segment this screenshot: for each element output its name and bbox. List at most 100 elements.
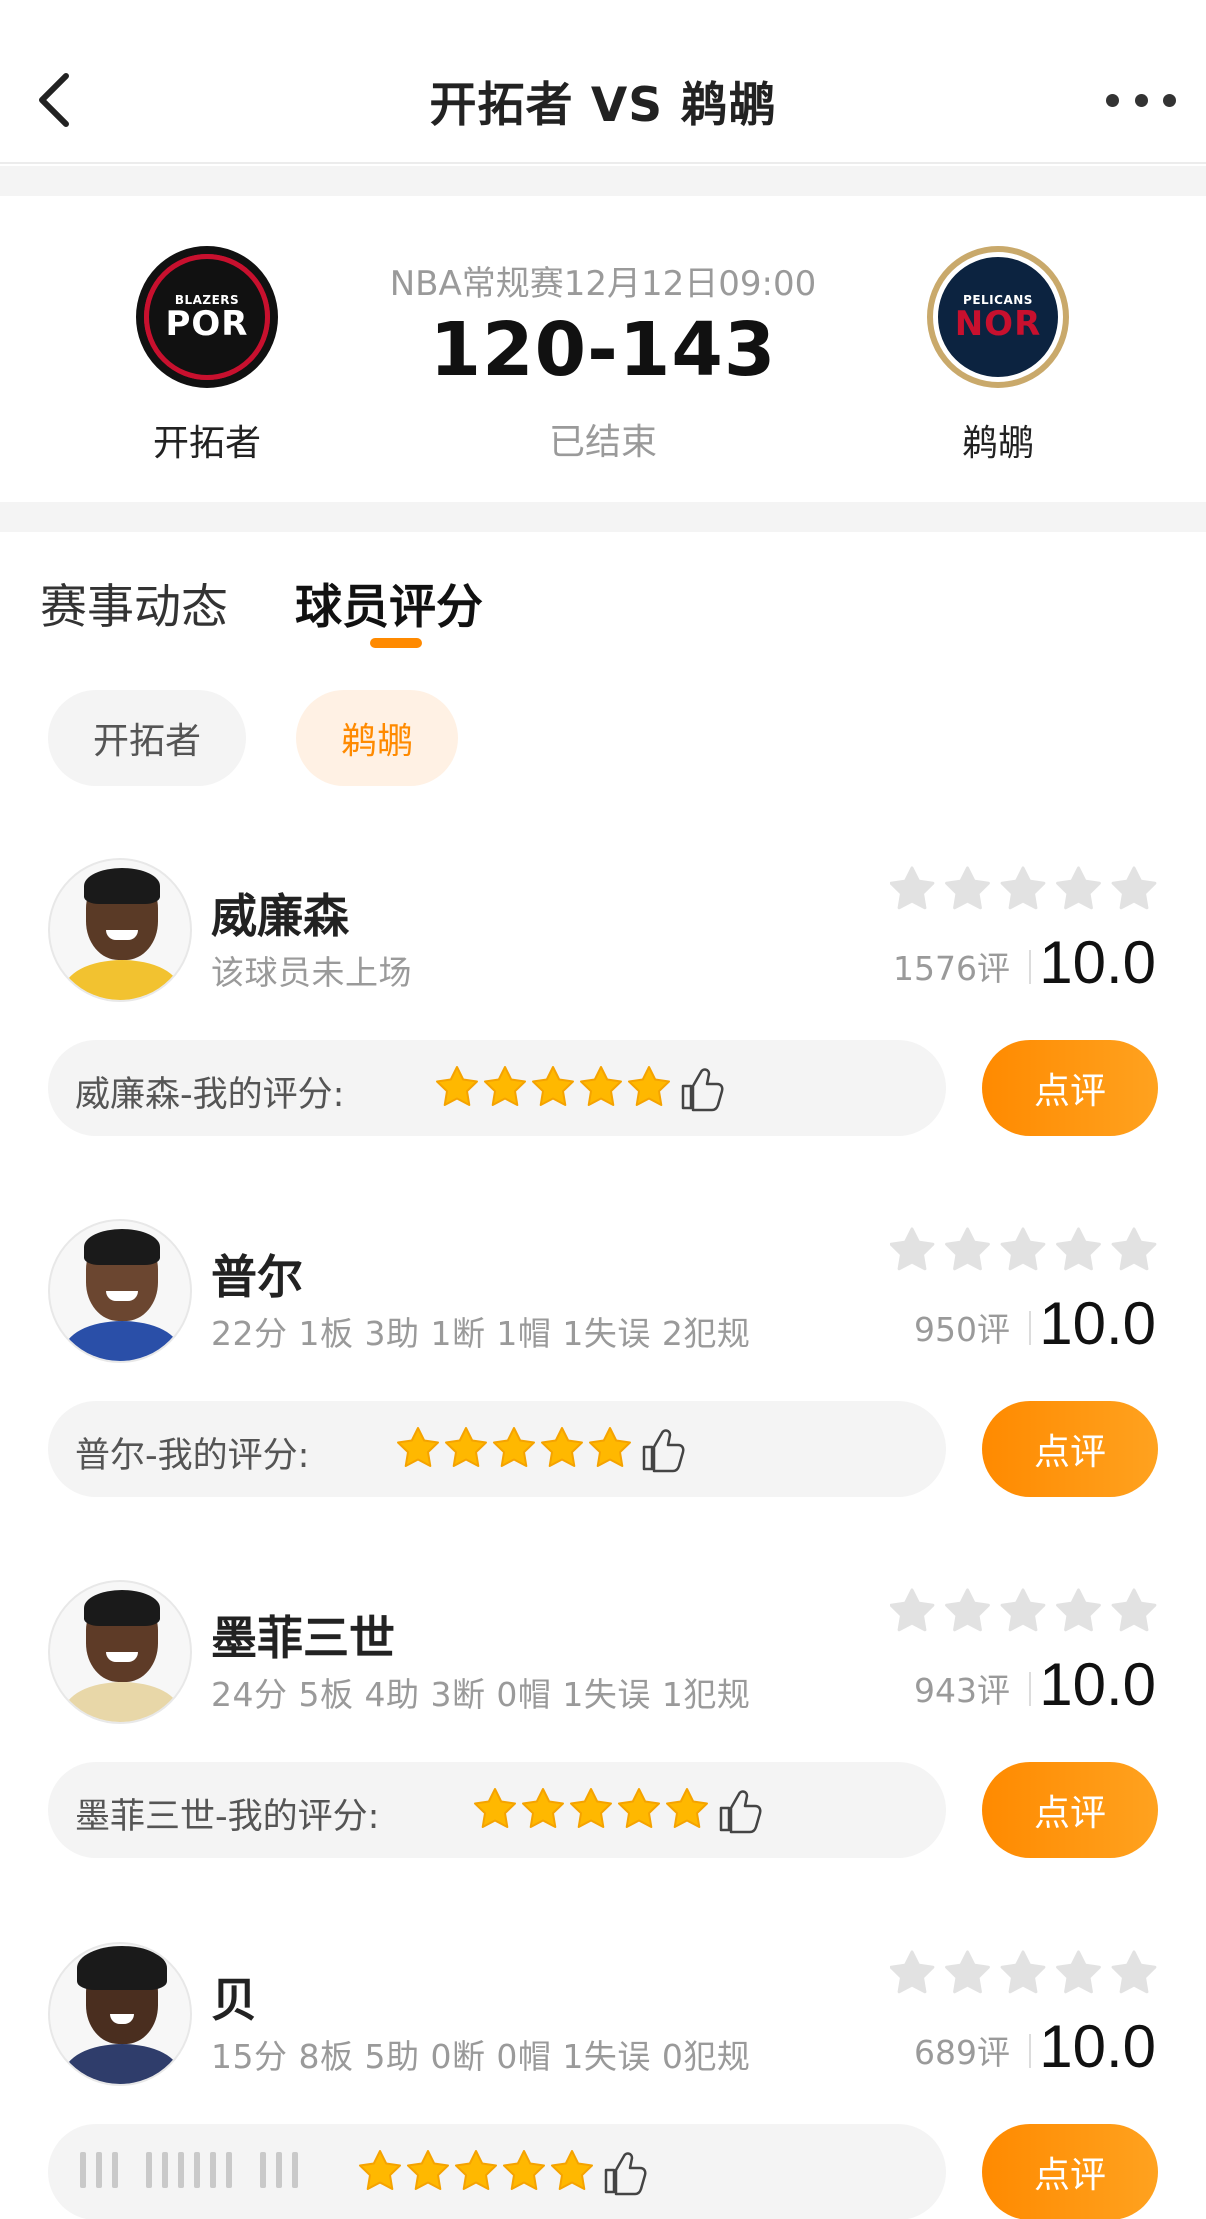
star-icon[interactable]	[532, 1066, 574, 1106]
player-avatar	[48, 1942, 192, 2086]
section-divider	[0, 166, 1206, 196]
rating-score: 10.0	[1039, 929, 1156, 996]
match-score-header: BLAZERS POR 开拓者 NBA常规赛12月12日09:00 120-14…	[0, 196, 1206, 502]
my-rating-stars[interactable]	[473, 1782, 763, 1838]
my-rating-bar: 普尔-我的评分:	[48, 1401, 946, 1497]
player-name: 贝	[211, 1973, 257, 2027]
player-name: 威廉森	[211, 889, 349, 943]
home-team[interactable]: BLAZERS POR 开拓者	[107, 246, 307, 466]
rating-count: 689评	[914, 2033, 1010, 2072]
star-icon[interactable]	[628, 1066, 670, 1106]
review-button[interactable]: 点评	[982, 1040, 1158, 1136]
thumbs-up-icon[interactable]	[719, 1790, 762, 1834]
star-icon[interactable]	[397, 1427, 439, 1467]
home-team-name: 开拓者	[152, 423, 261, 464]
match-meta: NBA常规赛12月12日09:00	[389, 264, 817, 304]
star-icon[interactable]	[455, 2150, 497, 2190]
player-stats: 15分 8板 5助 0断 0帽 1失误 0犯规	[211, 2037, 751, 2076]
obscured-label	[80, 2152, 298, 2188]
average-rating-stars	[890, 1588, 1157, 1632]
team-filter-pelicans[interactable]: 鹈鹕	[296, 690, 459, 786]
tab-player-ratings[interactable]: 球员评分	[295, 568, 483, 637]
my-rating-stars[interactable]	[396, 1421, 686, 1477]
star-icon[interactable]	[580, 1066, 622, 1106]
player-card: 普尔 22分 1板 3助 1断 1帽 1失误 2犯规 950评 10.0 普尔-…	[0, 1219, 1206, 1581]
away-team[interactable]: PELICANS NOR 鹈鹕	[898, 246, 1098, 466]
star-icon[interactable]	[484, 1066, 526, 1106]
divider	[1029, 1672, 1031, 1706]
match-score: 120-143	[429, 307, 777, 393]
section-divider	[0, 502, 1206, 532]
star-icon	[890, 866, 935, 910]
player-avatar	[48, 858, 192, 1002]
review-button[interactable]: 点评	[982, 1762, 1158, 1858]
thumbs-up-icon[interactable]	[681, 1068, 724, 1112]
star-icon[interactable]	[493, 1427, 535, 1467]
star-icon	[1000, 1950, 1046, 1994]
star-icon	[945, 1950, 990, 1994]
my-rating-bar: 威廉森-我的评分:	[48, 1040, 946, 1136]
top-nav-bar: 开拓者 VS 鹈鹕	[0, 0, 1206, 164]
star-icon[interactable]	[474, 1788, 516, 1828]
player-stats: 24分 5板 4助 3断 0帽 1失误 1犯规	[211, 1675, 751, 1714]
divider	[1029, 2034, 1031, 2068]
star-icon	[1000, 866, 1046, 910]
player-card: 贝 15分 8板 5助 0断 0帽 1失误 0犯规 689评 10.0 点评	[0, 1942, 1206, 2219]
star-icon[interactable]	[541, 1427, 583, 1467]
team-filter-blazers[interactable]: 开拓者	[48, 690, 247, 786]
star-icon[interactable]	[666, 1788, 708, 1828]
star-icon	[1056, 1950, 1101, 1994]
my-rating-label: 墨菲三世-我的评分:	[75, 1797, 380, 1837]
review-button[interactable]: 点评	[982, 1401, 1158, 1497]
star-icon[interactable]	[359, 2150, 401, 2190]
more-dots-icon[interactable]	[1106, 70, 1176, 130]
rating-count: 950评	[914, 1310, 1010, 1349]
player-name: 普尔	[211, 1250, 303, 1304]
divider	[1029, 950, 1031, 984]
page-title: 开拓者 VS 鹈鹕	[429, 78, 777, 133]
star-icon	[1000, 1588, 1046, 1632]
star-icon[interactable]	[551, 2150, 593, 2190]
star-icon[interactable]	[503, 2150, 545, 2190]
rating-count: 1576评	[893, 949, 1010, 988]
star-icon	[1056, 1227, 1101, 1271]
star-icon[interactable]	[589, 1427, 631, 1467]
logo-text-big: POR	[165, 304, 249, 344]
star-icon	[1111, 1588, 1157, 1632]
content-tabs: 赛事动态 球员评分	[0, 532, 1206, 652]
star-icon	[1056, 866, 1101, 910]
star-icon	[1056, 1588, 1101, 1632]
star-icon[interactable]	[522, 1788, 564, 1828]
star-icon[interactable]	[445, 1427, 487, 1467]
tab-match-events[interactable]: 赛事动态	[40, 568, 228, 637]
star-icon[interactable]	[570, 1788, 612, 1828]
team-logo-nor: PELICANS NOR	[927, 246, 1069, 388]
average-rating-stars	[890, 866, 1157, 910]
star-icon[interactable]	[407, 2150, 449, 2190]
star-icon[interactable]	[436, 1066, 478, 1106]
star-icon[interactable]	[618, 1788, 660, 1828]
star-icon	[890, 1950, 935, 1994]
player-avatar	[48, 1219, 192, 1363]
my-rating-bar	[48, 2124, 946, 2219]
review-button[interactable]: 点评	[982, 2124, 1158, 2219]
star-icon	[1000, 1227, 1046, 1271]
my-rating-bar: 墨菲三世-我的评分:	[48, 1762, 946, 1858]
thumbs-up-icon[interactable]	[642, 1429, 685, 1473]
rating-score: 10.0	[1039, 1651, 1156, 1718]
player-stats: 22分 1板 3助 1断 1帽 1失误 2犯规	[211, 1314, 751, 1353]
star-icon	[1111, 1227, 1157, 1271]
my-rating-stars[interactable]	[435, 1060, 725, 1116]
match-status: 已结束	[548, 422, 657, 463]
my-rating-stars[interactable]	[358, 2144, 648, 2200]
active-tab-indicator	[370, 638, 422, 648]
player-name: 墨菲三世	[211, 1611, 395, 1665]
player-stats: 该球员未上场	[211, 953, 412, 992]
star-icon	[945, 1227, 990, 1271]
star-icon	[1111, 866, 1157, 910]
average-rating-stars	[890, 1227, 1157, 1271]
thumbs-up-icon[interactable]	[604, 2152, 647, 2196]
away-team-name: 鹈鹕	[961, 423, 1034, 464]
team-filter: 开拓者 鹈鹕	[48, 690, 459, 786]
rating-count: 943评	[914, 1671, 1010, 1710]
